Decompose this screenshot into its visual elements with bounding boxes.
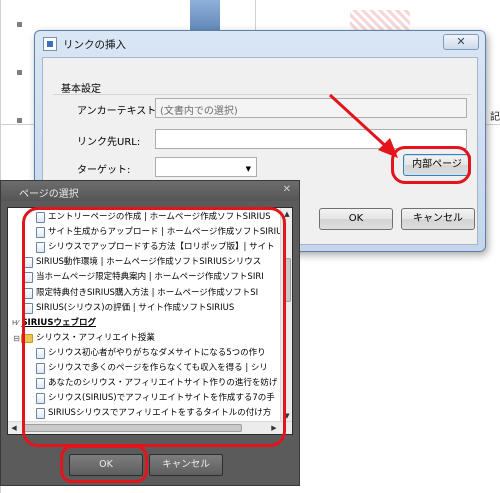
cancel-button[interactable]: キャンセル [401,208,475,230]
tree-item-label: サイト生成からアップロード | ホームページ作成ソフトSIRIUS [48,227,280,238]
tree-item[interactable]: シリウス(SIRIUS)でアフィリエイトサイトを作成する7の手 [8,391,280,406]
page-icon [36,212,45,223]
tree-item[interactable]: SIRIUS(シリウス)の評価 | サイト作成ソフトSIRIUS [8,301,280,316]
tree-item-label: シリウスで多くのページを作らなくても収入を得る | シリ [48,363,268,373]
anchor-text-label: アンカーテキスト: [77,106,160,117]
tree-item-label: シリウス(SIRIUS)でアフィリエイトサイトを作成する7の手 [48,393,275,404]
scroll-left-icon[interactable]: ◀ [8,422,20,434]
internal-page-button[interactable]: 内部ページ [403,154,471,176]
tree-item[interactable]: シリウスで多くのページを作らなくても収入を得る | シリ [8,361,280,376]
vertical-scrollbar[interactable]: ▲ ▼ [280,208,292,422]
page-icon [24,257,33,269]
page-icon [36,393,45,405]
page-select-ok-button[interactable]: OK [69,454,143,476]
resize-handle[interactable] [17,118,22,123]
scroll-right-icon[interactable]: ▶ [268,422,280,434]
blog-icon: H⁄ [12,318,19,327]
collapse-icon[interactable]: ⊟ [12,331,21,346]
dialog-titlebar: リンクの挿入 [43,35,126,53]
tree-item-label: SIRIUSウェブログ [21,317,96,328]
page-tree[interactable]: エントリーページの作成 | ホームページ作成ソフトSIRIUS サイト生成からアッ… [7,207,293,435]
tree-item-label: あなたのシリウス・アフィリエイトサイト作りの進行を妨げ [48,378,278,389]
tree-item-label: シリウス・アフィリエイト授業 [36,332,155,343]
resize-handle[interactable] [17,70,22,75]
page-icon [36,363,45,374]
tree-folder[interactable]: ⊟ シリウス・アフィリエイト授業 [8,331,280,346]
tree-item[interactable]: エントリーページの作成 | ホームページ作成ソフトSIRIUS [8,210,280,225]
page-icon [24,287,33,299]
link-url-field[interactable] [155,129,467,149]
page-icon [36,242,45,254]
tree-item[interactable]: SIRIUSシリウスでアフィリエイトをするタイトルの付け方 [8,406,280,421]
section-label: 基本設定 [61,84,101,95]
page-icon [24,272,33,284]
tree-item-label: 限定特典付きSIRIUS購入方法 | ホームページ作成ソフトSI [36,287,259,298]
scroll-up-icon[interactable]: ▲ [281,208,292,220]
close-button[interactable]: ✕ [443,34,479,50]
horizontal-scrollbar[interactable]: ◀ ▶ [8,421,292,434]
tree-item-label: SIRIUSシリウスでアフィリエイトをするタイトルの付け方 [48,408,272,419]
tree-item[interactable]: シリウス初心者がやりがちなダメサイトになる5つの作り [8,346,280,361]
link-url-label: リンク先URL: [77,137,141,148]
page-icon [36,378,45,390]
page-icon [36,227,45,239]
tree-item[interactable]: サイト生成からアップロード | ホームページ作成ソフトSIRIUS [8,225,280,240]
tree-item[interactable]: あなたのシリウス・アフィリエイトサイト作りの進行を妨げ [8,376,280,391]
tree-item-label: シリウス初心者がやりがちなダメサイトになる5つの作り [48,347,266,358]
tree-item-label: エントリーページの作成 | ホームページ作成ソフトSIRIUS [48,212,271,222]
tree-item[interactable]: 当ホームページ限定特典案内 | ホームページ作成ソフトSIRI [8,270,280,285]
target-label: ターゲット: [77,165,131,176]
scroll-thumb[interactable] [22,424,242,432]
target-select[interactable]: ▼ [155,157,257,177]
dialog-title: ページの選択 [19,189,79,200]
app-icon [43,37,57,51]
scroll-thumb[interactable] [283,258,291,302]
folder-icon [21,333,33,343]
dialog-title: リンクの挿入 [63,38,126,51]
page-icon [36,408,45,420]
tree-item[interactable]: 限定特典付きSIRIUS購入方法 | ホームページ作成ソフトSI [8,286,280,301]
ok-button[interactable]: OK [319,208,393,230]
tree-item-label: SIRIUS動作環境 | ホームページ作成ソフトSIRIUSシリウス [36,257,262,268]
tree-item-label: シリウスでアップロードする方法【ロリポップ版】| サイト [48,242,275,253]
page-select-dialog: ページの選択 ✕ エントリーページの作成 | ホームページ作成ソフトSIRIUS… [0,180,300,486]
background-text: 記 [490,112,500,123]
tree-item[interactable]: H⁄ SIRIUSウェブログ [8,316,280,331]
page-select-cancel-button[interactable]: キャンセル [149,454,223,476]
anchor-text-field[interactable]: (文書内での選択) [155,98,467,118]
page-icon [24,302,33,314]
tree-item[interactable]: シリウスでアップロードする方法【ロリポップ版】| サイト [8,240,280,255]
tree-item[interactable]: SIRIUS動作環境 | ホームページ作成ソフトSIRIUSシリウス [8,255,280,270]
close-icon[interactable]: ✕ [283,184,291,195]
tree-item-label: 当ホームページ限定特典案内 | ホームページ作成ソフトSIRI [36,272,264,283]
tree-item-label: SIRIUS(シリウス)の評価 | サイト作成ソフトSIRIUS [36,302,235,313]
chevron-down-icon: ▼ [245,165,251,173]
resize-handle[interactable] [17,22,22,27]
page-icon [36,347,45,359]
